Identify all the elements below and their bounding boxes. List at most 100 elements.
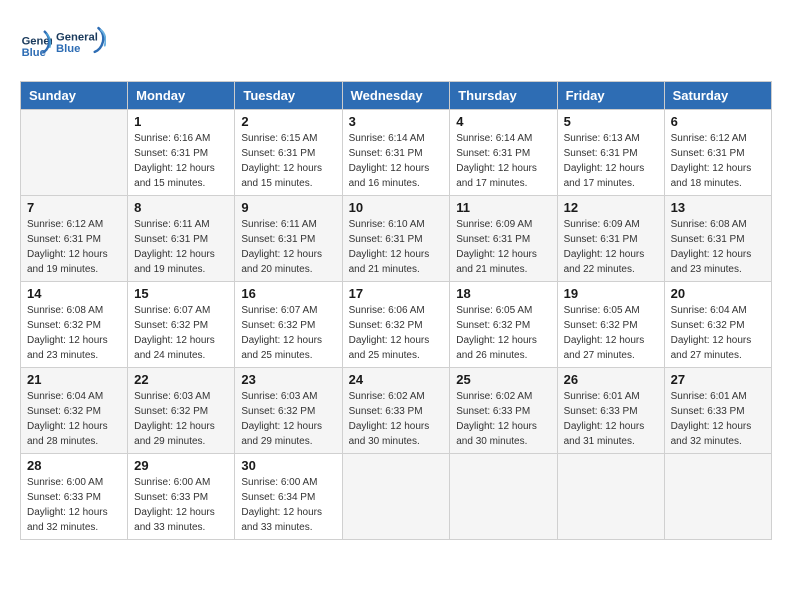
calendar-cell: 21 Sunrise: 6:04 AMSunset: 6:32 PMDayligh… [21,368,128,454]
calendar-cell [557,454,664,540]
calendar-week-2: 7Sunrise: 6:12 AMSunset: 6:31 PMDaylight… [21,196,772,282]
day-info: Sunrise: 6:03 AMSunset: 6:32 PMDaylight:… [134,389,228,449]
day-number: 18 [456,286,550,301]
day-info: Sunrise: 6:13 AMSunset: 6:31 PMDaylight:… [564,131,658,191]
day-info: Sunrise: 6:04 AMSunset: 6:32 PMDaylight:… [27,389,121,449]
calendar-cell: 16 Sunrise: 6:07 AMSunset: 6:32 PMDayligh… [235,282,342,368]
day-info: Sunrise: 6:14 AMSunset: 6:31 PMDaylight:… [349,131,444,191]
day-number: 27 [671,372,765,387]
calendar-cell: 20 Sunrise: 6:04 AMSunset: 6:32 PMDayligh… [664,282,771,368]
day-header-wednesday: Wednesday [342,82,450,110]
svg-text:Blue: Blue [22,46,46,58]
day-number: 9 [241,200,335,215]
calendar-cell: 4 Sunrise: 6:14 AMSunset: 6:31 PMDaylight… [450,110,557,196]
day-info: Sunrise: 6:06 AMSunset: 6:32 PMDaylight:… [349,303,444,363]
day-number: 28 [27,458,121,473]
day-header-monday: Monday [128,82,235,110]
day-number: 14 [27,286,121,301]
day-number: 2 [241,114,335,129]
day-info: Sunrise: 6:00 AMSunset: 6:33 PMDaylight:… [134,475,228,535]
calendar-cell: 22 Sunrise: 6:03 AMSunset: 6:32 PMDayligh… [128,368,235,454]
day-header-sunday: Sunday [21,82,128,110]
day-number: 3 [349,114,444,129]
day-number: 25 [456,372,550,387]
calendar-cell: 27Sunrise: 6:01 AMSunset: 6:33 PMDayligh… [664,368,771,454]
calendar-cell: 26Sunrise: 6:01 AMSunset: 6:33 PMDayligh… [557,368,664,454]
day-number: 8 [134,200,228,215]
day-number: 15 [134,286,228,301]
calendar-cell: 7Sunrise: 6:12 AMSunset: 6:31 PMDaylight… [21,196,128,282]
calendar-cell [342,454,450,540]
calendar-cell: 19 Sunrise: 6:05 AMSunset: 6:32 PMDayligh… [557,282,664,368]
day-info: Sunrise: 6:09 AMSunset: 6:31 PMDaylight:… [564,217,658,277]
calendar-week-3: 14 Sunrise: 6:08 AMSunset: 6:32 PMDayligh… [21,282,772,368]
calendar-cell [664,454,771,540]
day-number: 20 [671,286,765,301]
day-number: 12 [564,200,658,215]
svg-text:General: General [56,32,98,44]
calendar-cell: 6Sunrise: 6:12 AMSunset: 6:31 PMDaylight… [664,110,771,196]
day-info: Sunrise: 6:03 AMSunset: 6:32 PMDaylight:… [241,389,335,449]
calendar-cell: 17 Sunrise: 6:06 AMSunset: 6:32 PMDayligh… [342,282,450,368]
day-info: Sunrise: 6:11 AMSunset: 6:31 PMDaylight:… [134,217,228,277]
day-info: Sunrise: 6:15 AMSunset: 6:31 PMDaylight:… [241,131,335,191]
day-number: 17 [349,286,444,301]
day-info: Sunrise: 6:09 AMSunset: 6:31 PMDaylight:… [456,217,550,277]
day-info: Sunrise: 6:07 AMSunset: 6:32 PMDaylight:… [134,303,228,363]
calendar-cell: 28Sunrise: 6:00 AMSunset: 6:33 PMDayligh… [21,454,128,540]
day-number: 11 [456,200,550,215]
day-number: 6 [671,114,765,129]
day-info: Sunrise: 6:07 AMSunset: 6:32 PMDaylight:… [241,303,335,363]
day-info: Sunrise: 6:02 AMSunset: 6:33 PMDaylight:… [349,389,444,449]
calendar-week-5: 28 Sunrise: 6:00 AMSunset: 6:33 PMDayligh… [21,454,772,540]
day-header-tuesday: Tuesday [235,82,342,110]
calendar-cell: 25 Sunrise: 6:02 AMSunset: 6:33 PMDayligh… [450,368,557,454]
day-info: Sunrise: 6:01 AMSunset: 6:33 PMDaylight:… [564,389,658,449]
day-header-friday: Friday [557,82,664,110]
day-info: Sunrise: 6:04 AMSunset: 6:32 PMDaylight:… [671,303,765,363]
day-info: Sunrise: 6:11 AMSunset: 6:31 PMDaylight:… [241,217,335,277]
calendar-week-4: 21 Sunrise: 6:04 AMSunset: 6:32 PMDayligh… [21,368,772,454]
calendar-cell: 23 Sunrise: 6:03 AMSunset: 6:32 PMDayligh… [235,368,342,454]
svg-text:Blue: Blue [56,43,80,55]
day-number: 1 [134,114,228,129]
calendar-cell: 30 Sunrise: 6:00 AMSunset: 6:34 PMDayligh… [235,454,342,540]
calendar-cell: 3 Sunrise: 6:14 AMSunset: 6:31 PMDaylight… [342,110,450,196]
day-number: 23 [241,372,335,387]
calendar-cell [21,110,128,196]
logo: General Blue General Blue [20,20,106,65]
day-info: Sunrise: 6:08 AMSunset: 6:31 PMDaylight:… [671,217,765,277]
day-number: 21 [27,372,121,387]
calendar-cell: 24 Sunrise: 6:02 AMSunset: 6:33 PMDayligh… [342,368,450,454]
day-info: Sunrise: 6:00 AMSunset: 6:34 PMDaylight:… [241,475,335,535]
calendar-cell: 18 Sunrise: 6:05 AMSunset: 6:32 PMDayligh… [450,282,557,368]
day-number: 7 [27,200,121,215]
day-info: Sunrise: 6:02 AMSunset: 6:33 PMDaylight:… [456,389,550,449]
calendar-cell: 1 Sunrise: 6:16 AMSunset: 6:31 PMDaylight… [128,110,235,196]
day-info: Sunrise: 6:05 AMSunset: 6:32 PMDaylight:… [564,303,658,363]
calendar-cell: 12 Sunrise: 6:09 AMSunset: 6:31 PMDayligh… [557,196,664,282]
day-number: 29 [134,458,228,473]
calendar-cell: 2 Sunrise: 6:15 AMSunset: 6:31 PMDaylight… [235,110,342,196]
day-info: Sunrise: 6:08 AMSunset: 6:32 PMDaylight:… [27,303,121,363]
day-info: Sunrise: 6:10 AMSunset: 6:31 PMDaylight:… [349,217,444,277]
day-number: 4 [456,114,550,129]
calendar-cell: 29 Sunrise: 6:00 AMSunset: 6:33 PMDayligh… [128,454,235,540]
page-header: General Blue General Blue [20,20,772,65]
day-number: 30 [241,458,335,473]
day-number: 13 [671,200,765,215]
day-number: 24 [349,372,444,387]
calendar-cell: 15 Sunrise: 6:07 AMSunset: 6:32 PMDayligh… [128,282,235,368]
general-blue-logo: General Blue [56,20,106,65]
day-info: Sunrise: 6:16 AMSunset: 6:31 PMDaylight:… [134,131,228,191]
day-header-saturday: Saturday [664,82,771,110]
calendar-cell: 14 Sunrise: 6:08 AMSunset: 6:32 PMDayligh… [21,282,128,368]
logo-icon: General Blue [20,27,52,59]
day-info: Sunrise: 6:14 AMSunset: 6:31 PMDaylight:… [456,131,550,191]
day-number: 16 [241,286,335,301]
day-info: Sunrise: 6:05 AMSunset: 6:32 PMDaylight:… [456,303,550,363]
calendar-header-row: SundayMondayTuesdayWednesdayThursdayFrid… [21,82,772,110]
day-number: 19 [564,286,658,301]
day-number: 22 [134,372,228,387]
calendar-cell: 8 Sunrise: 6:11 AMSunset: 6:31 PMDaylight… [128,196,235,282]
